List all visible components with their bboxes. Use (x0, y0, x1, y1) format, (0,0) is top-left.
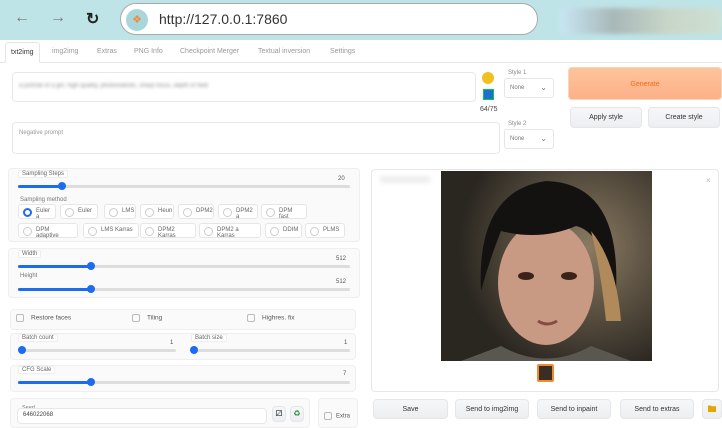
sampling-method-option[interactable]: DPM fast (261, 204, 307, 220)
tab-settings[interactable]: Settings (330, 48, 355, 55)
width-label: Width (18, 250, 42, 258)
forward-icon[interactable]: → (50, 9, 66, 27)
tab-checkpoint-merger[interactable]: Checkpoint Merger (180, 48, 239, 55)
image-thumbnail[interactable] (537, 364, 554, 382)
back-icon[interactable]: ← (14, 9, 30, 27)
batch-count-slider[interactable] (18, 346, 176, 354)
sampling-method-option[interactable]: DPM2 Karras (140, 223, 196, 239)
negative-prompt-placeholder: Negative prompt (19, 130, 64, 136)
open-folder-icon[interactable]: 🖿 (702, 399, 722, 419)
send-to-inpaint-button[interactable]: Send to inpaint (537, 399, 611, 419)
batch-count-label: Batch count (18, 334, 58, 342)
create-style-button[interactable]: Create style (648, 107, 720, 128)
generated-image[interactable] (441, 171, 652, 361)
sampling-method-option[interactable]: LMS Karras (83, 223, 139, 238)
edit-prompt-icon[interactable] (483, 89, 494, 100)
save-button[interactable]: Save (373, 399, 448, 419)
sampling-method-option[interactable]: Heun (140, 204, 174, 219)
send-to-img2img-button[interactable]: Send to img2img (455, 399, 529, 419)
batch-size-label: Batch size (191, 334, 227, 342)
batch-size-value: 1 (344, 340, 348, 346)
send-to-extras-button[interactable]: Send to extras (620, 399, 694, 419)
seed-value: 646022068 (23, 412, 54, 418)
reload-icon[interactable]: ↻ (86, 9, 99, 29)
height-slider[interactable] (18, 285, 350, 293)
tiling-checkbox[interactable]: Tiling (132, 314, 162, 322)
style2-value: None (510, 136, 525, 142)
sampling-method-option[interactable]: Euler (60, 204, 98, 219)
style2-label: Style 2 (508, 121, 527, 127)
blurred-toolbar-area (560, 8, 722, 34)
browser-toolbar: ← → ↻ ❖ http://127.0.0.1:7860 (0, 0, 722, 40)
prompt-input[interactable]: a portrait of a girl, high quality, phot… (12, 72, 476, 102)
tab-textual-inversion[interactable]: Textual inversion (258, 48, 310, 55)
height-value: 512 (336, 279, 347, 285)
tab-img2img[interactable]: img2img (52, 48, 78, 55)
negative-prompt-input[interactable]: Negative prompt (12, 122, 500, 154)
height-label: Height (20, 273, 38, 279)
paint-palette-icon[interactable] (482, 72, 494, 84)
url-text: http://127.0.0.1:7860 (159, 11, 288, 27)
style1-label: Style 1 (508, 70, 527, 76)
chevron-down-icon: ⌄ (540, 134, 547, 143)
tab-png-info[interactable]: PNG Info (134, 48, 163, 55)
portrait-illustration (461, 181, 631, 361)
site-favicon-icon: ❖ (126, 9, 148, 31)
sampling-method-option[interactable]: DDIM (265, 223, 302, 238)
width-slider[interactable] (18, 262, 350, 270)
sampling-method-option[interactable]: Euler a (18, 204, 56, 220)
address-bar[interactable]: ❖ http://127.0.0.1:7860 (120, 3, 538, 35)
batch-size-slider[interactable] (190, 346, 350, 354)
style2-select[interactable]: None ⌄ (504, 129, 554, 149)
sampling-steps-slider[interactable] (18, 182, 350, 190)
tab-bar: txt2img img2img Extras PNG Info Checkpoi… (0, 42, 722, 63)
sampling-method-option[interactable]: DPM2 a (218, 204, 258, 220)
sampling-steps-label: Sampling Steps (18, 170, 69, 178)
highres-fix-checkbox[interactable]: Highres. fix (247, 314, 295, 322)
sampling-method-option[interactable]: DPM adaptive (18, 223, 78, 239)
restore-faces-checkbox[interactable]: Restore faces (16, 314, 71, 322)
apply-style-button[interactable]: Apply style (570, 107, 642, 128)
style1-value: None (510, 85, 525, 91)
generate-button[interactable]: Generate (568, 67, 722, 100)
cfg-panel (10, 365, 356, 392)
chevron-down-icon: ⌄ (540, 83, 547, 92)
sampling-method-option[interactable]: LMS (104, 204, 136, 219)
cfg-scale-label: CFG Scale (18, 366, 56, 374)
sampling-method-option[interactable]: DPM2 a Karras (199, 223, 261, 239)
cfg-scale-value: 7 (343, 371, 347, 377)
token-counter: 64/75 (480, 106, 498, 113)
style1-select[interactable]: None ⌄ (504, 78, 554, 98)
cfg-scale-slider[interactable] (18, 378, 350, 386)
close-icon[interactable]: × (706, 176, 711, 185)
sampling-method-option[interactable]: DPM2 (178, 204, 214, 219)
extra-checkbox[interactable]: Extra (324, 412, 350, 420)
seed-input[interactable]: 646022068 (17, 408, 267, 424)
batch-panel (10, 333, 356, 360)
prompt-text: a portrait of a girl, high quality, phot… (19, 83, 208, 89)
batch-count-value: 1 (170, 340, 174, 346)
tab-txt2img[interactable]: txt2img (5, 42, 40, 63)
tab-extras[interactable]: Extras (97, 48, 117, 55)
width-value: 512 (336, 256, 347, 262)
sampling-method-label: Sampling method (20, 197, 67, 203)
sampling-steps-value: 20 (338, 176, 345, 182)
sampling-method-option[interactable]: PLMS (305, 223, 345, 238)
blurred-gallery-label (380, 176, 430, 183)
